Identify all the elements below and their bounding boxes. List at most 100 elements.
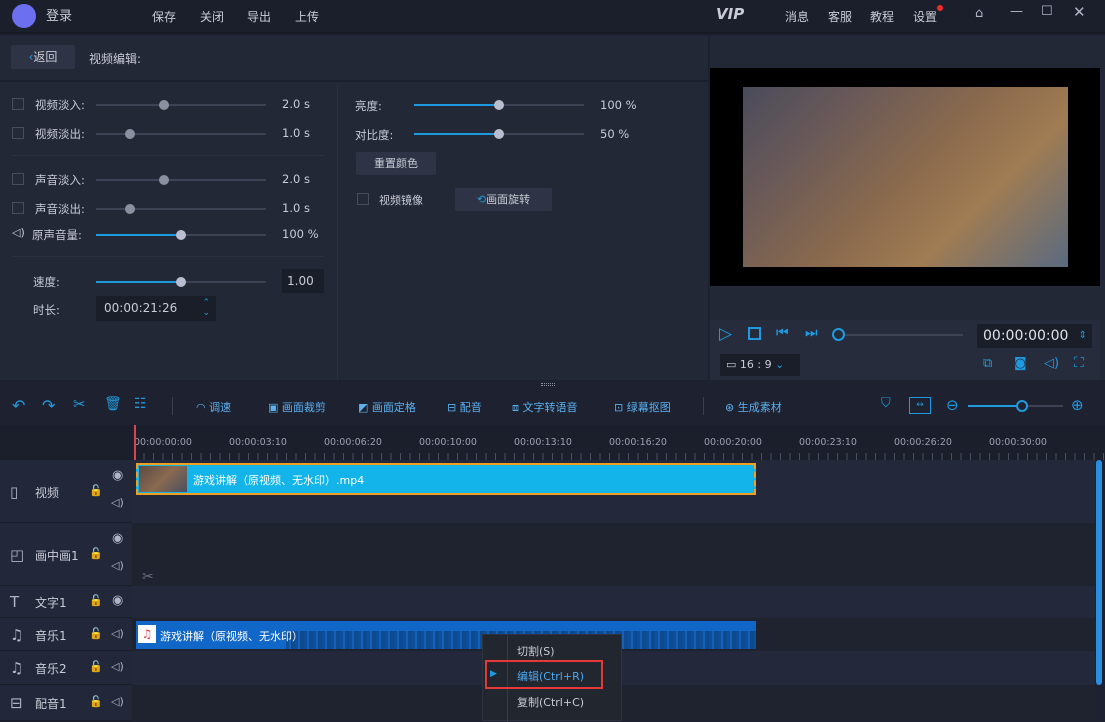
edit-header: ‹返回 视频编辑:	[0, 36, 708, 82]
aspect-ratio-select[interactable]: ▭ 16 : 9 ⌄	[720, 354, 800, 376]
volume-icon[interactable]: ◁)	[111, 627, 124, 640]
menu-tutorial[interactable]: 教程	[870, 8, 894, 25]
redo-icon[interactable]: ↷	[42, 396, 55, 415]
volume-icon[interactable]: ◁)	[111, 695, 124, 708]
text-to-speech-tool[interactable]: ⧈ 文字转语音	[512, 399, 578, 415]
minimize-icon[interactable]: —	[1010, 4, 1023, 19]
screenshot-settings-icon[interactable]: ⧉	[983, 356, 992, 371]
stop-icon[interactable]	[748, 327, 761, 340]
volume-icon[interactable]: ◁)	[111, 660, 124, 673]
speed-input[interactable]: 1.00	[282, 269, 324, 293]
green-screen-tool[interactable]: ⊡ 绿幕抠图	[614, 399, 671, 415]
brightness-slider[interactable]	[414, 100, 584, 110]
crop-tool[interactable]: ▣ 画面裁剪	[268, 399, 326, 415]
zoom-in-icon[interactable]: ⊕	[1071, 396, 1084, 414]
generate-material-tool[interactable]: ⊛ 生成素材	[725, 399, 782, 415]
audio-clip[interactable]: ♫ 游戏讲解（原视频、无水印）	[136, 621, 756, 649]
menu-export[interactable]: 导出	[247, 8, 271, 25]
slider[interactable]	[96, 175, 266, 185]
scissors-icon[interactable]: ✂	[73, 395, 86, 413]
camera-icon[interactable]: ◙	[1014, 356, 1027, 371]
slider-value: 2.0 s	[282, 97, 310, 111]
video-clip[interactable]: 游戏讲解（原视频、无水印）.mp4	[136, 463, 756, 495]
track-header: ▯ 视频 🔓 ◉ ◁)	[0, 460, 132, 523]
resize-handle[interactable]	[541, 383, 555, 386]
avatar-icon[interactable]	[12, 4, 36, 28]
chevron-down-icon: ⌄	[771, 358, 785, 371]
lock-icon[interactable]: 🔓	[89, 627, 103, 640]
menu-service[interactable]: 客服	[828, 8, 852, 25]
undo-icon[interactable]: ↶	[12, 396, 25, 415]
speed-slider[interactable]	[96, 277, 266, 287]
timeline-scrollbar[interactable]	[1096, 460, 1102, 685]
menu-messages[interactable]: 消息	[785, 8, 809, 25]
gauge-icon: ◠	[196, 401, 210, 414]
zoom-out-icon[interactable]: ⊖	[946, 396, 959, 414]
track-header: ♫ 音乐1 🔓 ◁)	[0, 618, 132, 651]
video-clip-name: 游戏讲解（原视频、无水印）.mp4	[193, 474, 365, 487]
duration-input[interactable]: 00:00:21:26 ⌃ ⌄	[96, 296, 216, 321]
mirror-checkbox[interactable]	[357, 193, 369, 205]
time-display[interactable]: 00:00:00:00 ⇕	[977, 324, 1092, 348]
timeline-ruler[interactable]: 00:00:00:00 00:00:03:10 00:00:06:20 00:00:1…	[0, 425, 1105, 460]
close-icon[interactable]: ✕	[1073, 3, 1086, 21]
stepper-icon[interactable]: ⌃ ⌄	[202, 296, 210, 318]
rotate-button[interactable]: ⟲画面旋转	[455, 188, 552, 211]
eye-icon[interactable]: ◉	[112, 593, 123, 608]
tts-icon: ⧈	[512, 401, 523, 414]
maximize-icon[interactable]: ☐	[1041, 4, 1053, 19]
zoom-slider[interactable]	[968, 400, 1063, 412]
checkbox[interactable]	[12, 173, 24, 185]
menu-upload[interactable]: 上传	[295, 8, 319, 25]
slider-value: 1.0 s	[282, 126, 310, 140]
login-link[interactable]: 登录	[46, 5, 72, 24]
freeze-frame-tool[interactable]: ◩ 画面定格	[358, 399, 416, 415]
slider[interactable]	[96, 230, 266, 240]
play-icon[interactable]: ▷	[719, 324, 732, 344]
contrast-slider[interactable]	[414, 129, 584, 139]
lock-icon[interactable]: 🔓	[89, 547, 103, 560]
next-frame-icon[interactable]: ⏭	[805, 325, 818, 341]
slider-label: 视频淡入:	[35, 98, 85, 112]
volume-icon[interactable]: ◁)	[111, 496, 124, 509]
menu-item-copy[interactable]: 复制(Ctrl+C)	[517, 694, 584, 710]
lock-icon[interactable]: 🔓	[89, 695, 103, 708]
slider[interactable]	[96, 129, 266, 139]
progress-slider[interactable]	[832, 328, 963, 341]
back-button[interactable]: ‹返回	[11, 45, 75, 69]
lock-icon[interactable]: 🔓	[89, 594, 103, 607]
checkbox[interactable]	[12, 127, 24, 139]
slider[interactable]	[96, 100, 266, 110]
fullscreen-icon[interactable]: ⛶	[1074, 355, 1084, 371]
menu-item-cut[interactable]: 切割(S)	[517, 643, 555, 659]
track-2: ◰ 画中画1 🔓 ◉ ◁)	[0, 523, 1095, 586]
track-header: ⊟ 配音1 🔓 ◁)	[0, 685, 132, 721]
vip-button[interactable]: VIP	[716, 5, 744, 23]
reset-color-button[interactable]: 重置颜色	[356, 152, 436, 175]
dubbing-tool[interactable]: ⊟ 配音	[447, 399, 482, 415]
speed-tool[interactable]: ◠ 调速	[196, 399, 231, 415]
checkbox[interactable]	[12, 98, 24, 110]
fit-timeline-icon[interactable]: ↔	[909, 397, 931, 414]
checkbox[interactable]	[12, 202, 24, 214]
delete-icon[interactable]: 🗑	[104, 396, 122, 412]
volume-icon[interactable]: ◁)	[1044, 356, 1059, 371]
marker-icon[interactable]: ⛉	[881, 396, 891, 411]
track-name: 配音1	[35, 697, 67, 711]
slider[interactable]	[96, 204, 266, 214]
split-settings-icon[interactable]: ☷	[134, 396, 147, 412]
eye-icon[interactable]: ◉	[112, 468, 123, 483]
volume-icon[interactable]: ◁)	[111, 559, 124, 572]
scissors-icon[interactable]: ✂	[142, 569, 154, 585]
menu-close[interactable]: 关闭	[200, 8, 224, 25]
lock-icon[interactable]: 🔓	[89, 484, 103, 497]
menu-settings[interactable]: 设置	[913, 8, 937, 25]
slider-value: 100 %	[282, 227, 319, 241]
prev-frame-icon[interactable]: ⏮	[776, 325, 789, 341]
eye-icon[interactable]: ◉	[112, 531, 123, 546]
home-icon[interactable]: ⌂	[975, 6, 983, 21]
menu-save[interactable]: 保存	[152, 8, 176, 25]
speed-label: 速度:	[33, 275, 60, 289]
lock-icon[interactable]: 🔓	[89, 660, 103, 673]
video-frame	[743, 87, 1068, 267]
